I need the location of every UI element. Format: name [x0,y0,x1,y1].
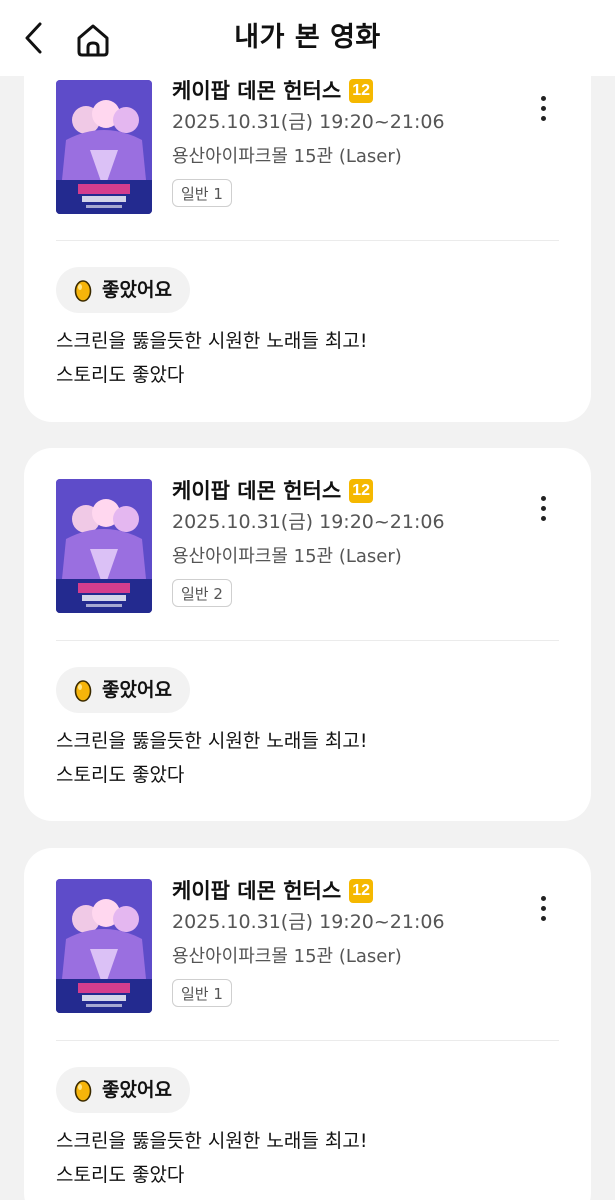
ticket-type-tag: 일반 1 [172,179,232,207]
app-header: 내가 본 영화 [0,0,615,76]
kebab-dot-icon [540,115,546,121]
movie-title-row: 케이팝 데몬 헌터스 12 [172,878,374,904]
review-text: 스크린을 뚫을듯한 시원한 노래들 최고! 스토리도 좋았다 [56,724,367,792]
age-rating-badge: 12 [349,79,374,103]
watched-movie-card: 케이팝 데몬 헌터스 12 2025.10.31(금) 19:20~21:06 … [24,40,591,422]
movie-theater: 용산아이파크몰 15관 (Laser) [172,146,402,167]
page: 케이팝 데몬 헌터스 12 2025.10.31(금) 19:20~21:06 … [0,0,615,1200]
kebab-dot-icon [540,895,546,901]
reaction-label: 좋았어요 [102,279,172,301]
review-line: 스크린을 뚫을듯한 시원한 노래들 최고! [56,330,368,352]
reaction-chip: 좋았어요 [56,667,190,713]
movie-datetime: 2025.10.31(금) 19:20~21:06 [172,111,445,133]
kebab-dot-icon [540,915,546,921]
watched-movie-card: 케이팝 데몬 헌터스 12 2025.10.31(금) 19:20~21:06 … [24,448,591,821]
divider [56,1040,559,1041]
ticket-type-tag: 일반 2 [172,579,232,607]
kebab-dot-icon [540,505,546,511]
movie-theater: 용산아이파크몰 15관 (Laser) [172,946,402,967]
movie-theater: 용산아이파크몰 15관 (Laser) [172,546,402,567]
reaction-chip: 좋았어요 [56,267,190,313]
more-options-button[interactable] [531,88,555,128]
kebab-dot-icon [540,515,546,521]
review-text: 스크린을 뚫을듯한 시원한 노래들 최고! 스토리도 좋았다 [56,1124,367,1192]
reaction-chip: 좋았어요 [56,1067,190,1113]
movie-datetime: 2025.10.31(금) 19:20~21:06 [172,911,445,933]
movie-poster[interactable] [56,479,152,613]
divider [56,240,559,241]
movie-title[interactable]: 케이팝 데몬 헌터스 [172,78,341,104]
golden-egg-icon [74,280,92,302]
watched-movie-card: 케이팝 데몬 헌터스 12 2025.10.31(금) 19:20~21:06 … [24,848,591,1200]
review-line: 스토리도 좋았다 [56,764,185,786]
golden-egg-icon [74,1080,92,1102]
movie-title-row: 케이팝 데몬 헌터스 12 [172,478,374,504]
movie-poster[interactable] [56,879,152,1013]
age-rating-badge: 12 [349,479,374,503]
reaction-label: 좋았어요 [102,1079,172,1101]
kebab-dot-icon [540,495,546,501]
movie-datetime: 2025.10.31(금) 19:20~21:06 [172,511,445,533]
more-options-button[interactable] [531,488,555,528]
movie-title[interactable]: 케이팝 데몬 헌터스 [172,878,341,904]
age-rating-badge: 12 [349,879,374,903]
golden-egg-icon [74,680,92,702]
divider [56,640,559,641]
movie-poster[interactable] [56,80,152,214]
more-options-button[interactable] [531,888,555,928]
review-line: 스크린을 뚫을듯한 시원한 노래들 최고! [56,1130,368,1152]
review-text: 스크린을 뚫을듯한 시원한 노래들 최고! 스토리도 좋았다 [56,324,367,392]
kebab-dot-icon [540,95,546,101]
review-line: 스토리도 좋았다 [56,364,185,386]
ticket-type-tag: 일반 1 [172,979,232,1007]
reaction-label: 좋았어요 [102,679,172,701]
review-line: 스토리도 좋았다 [56,1164,185,1186]
kebab-dot-icon [540,105,546,111]
movie-title[interactable]: 케이팝 데몬 헌터스 [172,478,341,504]
kebab-dot-icon [540,905,546,911]
movie-title-row: 케이팝 데몬 헌터스 12 [172,78,374,104]
review-line: 스크린을 뚫을듯한 시원한 노래들 최고! [56,730,368,752]
page-title: 내가 본 영화 [234,22,381,53]
